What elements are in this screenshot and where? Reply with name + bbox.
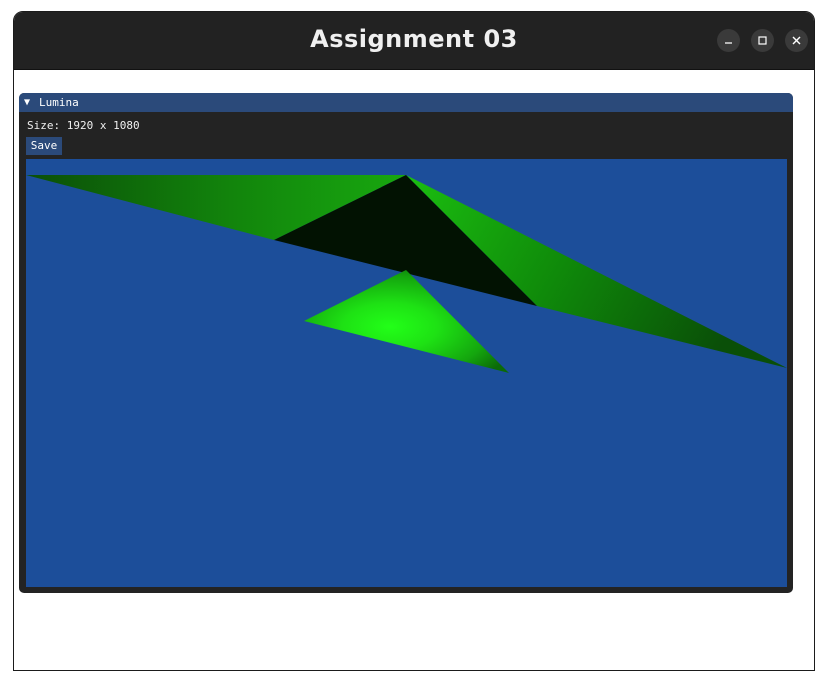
- window-title: Assignment 03: [310, 25, 518, 53]
- maximize-button[interactable]: [751, 29, 774, 52]
- app-window: Assignment 03 ▼ Lumina Size: 1920 x 1080…: [13, 11, 815, 671]
- minimize-button[interactable]: [717, 29, 740, 52]
- maximize-icon: [758, 36, 767, 45]
- triangle-down-icon[interactable]: ▼: [24, 93, 30, 112]
- panel-title: Lumina: [39, 96, 79, 109]
- size-info: Size: 1920 x 1080: [27, 119, 140, 132]
- minimize-icon: [725, 42, 732, 44]
- close-icon: [792, 36, 801, 45]
- title-bar[interactable]: Assignment 03: [14, 12, 814, 70]
- close-button[interactable]: [785, 29, 808, 52]
- render-canvas: [26, 159, 787, 587]
- render-viewport[interactable]: [26, 159, 787, 587]
- save-button[interactable]: Save: [26, 137, 62, 155]
- lumina-panel: ▼ Lumina Size: 1920 x 1080 Save: [19, 93, 793, 593]
- panel-header[interactable]: ▼ Lumina: [19, 93, 793, 112]
